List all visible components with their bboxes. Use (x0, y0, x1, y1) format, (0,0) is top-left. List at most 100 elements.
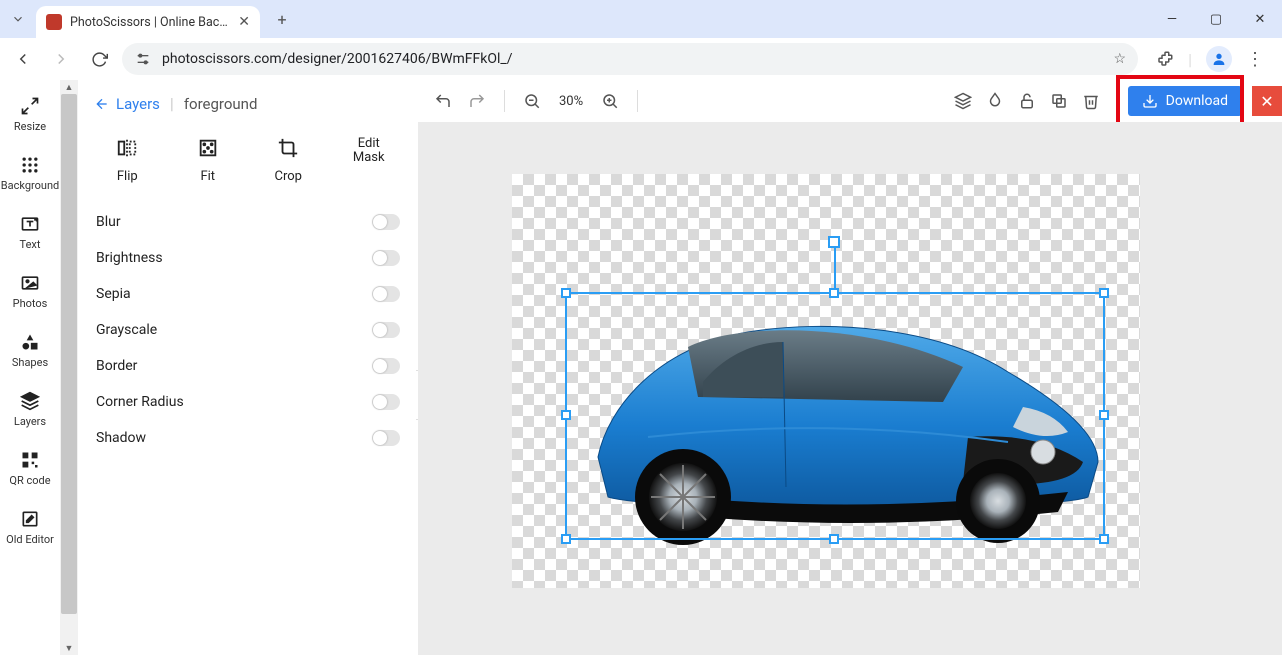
toggle[interactable] (372, 430, 400, 446)
undo-button[interactable] (432, 90, 454, 112)
rail-text[interactable]: Text (2, 208, 58, 257)
rail-layers[interactable]: Layers (2, 385, 58, 434)
tab-title: PhotoScissors | Online Backgro (70, 15, 230, 30)
window-close-button[interactable]: ✕ (1238, 0, 1282, 38)
rail-label: Background (1, 179, 59, 192)
handle-se[interactable] (1099, 534, 1109, 544)
droplet-button[interactable] (984, 90, 1006, 112)
toolbar-separator (504, 90, 505, 112)
rotate-line (834, 246, 836, 294)
scroll-up-icon[interactable]: ▲ (60, 80, 78, 94)
zoom-level: 30% (559, 94, 583, 109)
tab-search-dropdown[interactable] (6, 7, 30, 31)
layers-button[interactable] (952, 90, 974, 112)
new-tab-button[interactable]: + (268, 5, 296, 33)
rail-photos[interactable]: Photos (2, 267, 58, 316)
layers-icon (20, 391, 40, 411)
rail-shapes[interactable]: Shapes (2, 326, 58, 375)
unlock-button[interactable] (1016, 90, 1038, 112)
edit-mask-tool[interactable]: Edit Mask (344, 137, 395, 184)
toolbar-separator (637, 90, 638, 112)
handle-nw[interactable] (561, 288, 571, 298)
window-minimize-button[interactable]: — (1150, 0, 1194, 38)
forward-button[interactable] (46, 44, 76, 74)
rail-qrcode[interactable]: QR code (2, 444, 58, 493)
arrow-left-icon (94, 96, 110, 112)
window-maximize-button[interactable]: ▢ (1194, 0, 1238, 38)
toggle[interactable] (372, 358, 400, 374)
flip-icon (116, 137, 138, 159)
tab-close-icon[interactable]: ✕ (238, 14, 250, 30)
browser-tab[interactable]: PhotoScissors | Online Backgro ✕ (36, 6, 260, 38)
opt-corner-radius[interactable]: Corner Radius (94, 384, 402, 420)
extensions-icon[interactable] (1156, 50, 1174, 68)
handle-s[interactable] (829, 534, 839, 544)
reload-button[interactable] (84, 44, 114, 74)
opt-label: Border (96, 358, 137, 374)
rail-label: QR code (9, 474, 50, 487)
rail-old-editor[interactable]: Old Editor (2, 503, 58, 552)
opt-shadow[interactable]: Shadow (94, 420, 402, 456)
address-bar[interactable]: photoscissors.com/designer/2001627406/BW… (122, 43, 1138, 75)
zoom-out-button[interactable] (521, 90, 543, 112)
opt-blur[interactable]: Blur (94, 204, 402, 240)
back-label: Layers (116, 95, 160, 113)
selection-box[interactable] (565, 292, 1105, 540)
edit-icon (20, 509, 40, 529)
opt-label: Corner Radius (96, 394, 184, 410)
toggle[interactable] (372, 394, 400, 410)
rail-label: Photos (13, 297, 48, 310)
back-to-layers-link[interactable]: Layers (94, 95, 160, 113)
handle-n[interactable] (829, 288, 839, 298)
chrome-menu-icon[interactable]: ⋮ (1246, 49, 1264, 70)
handle-sw[interactable] (561, 534, 571, 544)
zoom-in-button[interactable] (599, 90, 621, 112)
tool-label: Crop (275, 169, 302, 184)
left-rail: Resize Background Text Photos Shapes Lay… (0, 80, 60, 655)
effect-options: Blur Brightness Sepia Grayscale Border C… (94, 204, 402, 456)
rail-background[interactable]: Background (2, 149, 58, 198)
flip-tool[interactable]: Flip (102, 137, 153, 184)
rail-resize[interactable]: Resize (2, 90, 58, 139)
handle-ne[interactable] (1099, 288, 1109, 298)
handle-e[interactable] (1099, 410, 1109, 420)
toggle[interactable] (372, 250, 400, 266)
shapes-icon (20, 332, 40, 352)
toggle[interactable] (372, 322, 400, 338)
opt-grayscale[interactable]: Grayscale (94, 312, 402, 348)
canvas-area: 30% Download ✕ (418, 80, 1282, 655)
bookmark-star-icon[interactable]: ☆ (1114, 51, 1127, 67)
fit-tool[interactable]: Fit (183, 137, 234, 184)
rail-label: Resize (14, 120, 46, 133)
close-download-button[interactable]: ✕ (1252, 86, 1282, 116)
opt-sepia[interactable]: Sepia (94, 276, 402, 312)
rail-label: Old Editor (6, 533, 54, 546)
browser-tab-strip: PhotoScissors | Online Backgro ✕ + — ▢ ✕ (0, 0, 1282, 38)
canvas-viewport[interactable] (418, 122, 1282, 655)
opt-brightness[interactable]: Brightness (94, 240, 402, 276)
toggle[interactable] (372, 286, 400, 302)
text-icon (20, 214, 40, 234)
rotate-handle[interactable] (828, 236, 840, 248)
opt-label: Shadow (96, 430, 146, 446)
toggle[interactable] (372, 214, 400, 230)
tab-favicon-icon (46, 14, 62, 30)
crop-tool[interactable]: Crop (263, 137, 314, 184)
download-button[interactable]: Download (1128, 86, 1242, 116)
profile-avatar-icon[interactable] (1206, 46, 1232, 72)
fit-icon (197, 137, 219, 159)
panel-breadcrumb: Layers | foreground (94, 94, 402, 123)
scroll-down-icon[interactable]: ▼ (60, 641, 78, 655)
rail-label: Shapes (12, 356, 48, 369)
qr-icon (20, 450, 40, 470)
back-button[interactable] (8, 44, 38, 74)
opt-border[interactable]: Border (94, 348, 402, 384)
redo-button[interactable] (466, 90, 488, 112)
site-settings-icon[interactable] (134, 50, 152, 68)
current-layer-label: foreground (184, 95, 258, 113)
left-rail-scrollbar[interactable]: ▲ ▼ (60, 80, 78, 655)
duplicate-button[interactable] (1048, 90, 1070, 112)
scroll-thumb[interactable] (61, 94, 77, 614)
delete-button[interactable] (1080, 90, 1102, 112)
handle-w[interactable] (561, 410, 571, 420)
